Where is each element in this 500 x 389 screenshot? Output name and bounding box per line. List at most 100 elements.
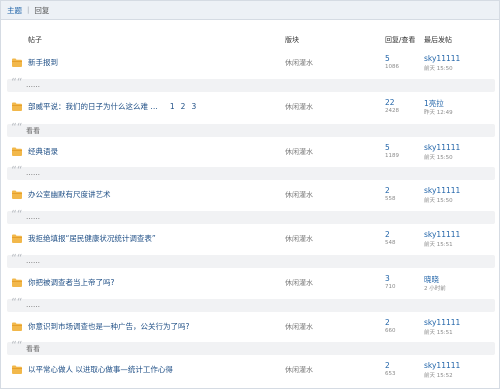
- col-stats: 回复/查看: [385, 36, 416, 44]
- last-post-time: 前天 15:50: [424, 66, 453, 72]
- board-name[interactable]: 休闲灌水: [285, 190, 313, 200]
- folder-icon: [12, 365, 22, 374]
- last-post-time: 前天 15:50: [424, 198, 453, 204]
- last-poster[interactable]: sky11111: [424, 230, 460, 239]
- last-poster[interactable]: sky11111: [424, 361, 460, 370]
- post-preview: ““ 看看: [7, 121, 495, 137]
- last-poster[interactable]: sky11111: [424, 54, 460, 63]
- table-row: 你把被调查者当上帝了吗? 休闲灌水 3 710 晓晓 2 小时前: [1, 274, 499, 296]
- reply-count[interactable]: 22: [385, 98, 395, 107]
- preview-text: ……: [26, 257, 40, 265]
- post-preview: ““……: [7, 76, 495, 92]
- view-count: 2428: [385, 108, 399, 114]
- board-name[interactable]: 休闲灌水: [285, 102, 313, 112]
- last-post-time: 前天 15:51: [424, 242, 453, 248]
- topic-link[interactable]: 经典语录: [28, 146, 58, 157]
- post-preview: ““……: [7, 208, 495, 224]
- reply-count[interactable]: 2: [385, 186, 390, 195]
- quote-icon: ““: [11, 164, 23, 177]
- table-row: 新手报到 休闲灌水 5 1086 sky11111 前天 15:50: [1, 54, 499, 76]
- preview-text: 看看: [26, 127, 40, 135]
- preview-text: ……: [26, 301, 40, 309]
- last-post-time: 前天 15:52: [424, 373, 453, 379]
- topic-title[interactable]: 你把被调查者当上帝了吗?: [28, 278, 114, 287]
- quote-icon: ““: [11, 296, 23, 309]
- topic-link[interactable]: 你意识到市场调查也是一种广告，公关行为了吗?: [28, 321, 189, 332]
- reply-count[interactable]: 5: [385, 54, 390, 63]
- post-preview: ““ 看看: [7, 339, 495, 355]
- table-row: 以平常心做人 以进取心做事—统计工作心得 休闲灌水 2 653 sky11111 前天 1…: [1, 361, 499, 383]
- page-links: 123: [164, 102, 196, 111]
- topic-title[interactable]: 以平常心做人 以进取心做事—统计工作心得: [28, 365, 173, 374]
- quote-icon: ““: [11, 252, 23, 265]
- reply-count[interactable]: 5: [385, 143, 390, 152]
- topic-title[interactable]: 新手报到: [28, 58, 58, 67]
- folder-icon: [12, 322, 22, 331]
- table-row: 办公室幽默有尺度讲艺术 休闲灌水 2 558 sky11111 前天 15:50: [1, 186, 499, 208]
- view-count: 1189: [385, 153, 399, 159]
- topic-link[interactable]: 办公室幽默有尺度讲艺术: [28, 189, 111, 200]
- last-poster[interactable]: sky11111: [424, 143, 460, 152]
- tab-bar: 主题 | 回复: [1, 1, 499, 20]
- reply-count[interactable]: 2: [385, 318, 390, 327]
- view-count: 710: [385, 284, 396, 290]
- topic-title[interactable]: 经典语录: [28, 147, 58, 156]
- table-row: 我拒绝填报“居民健康状况统计调查表” 休闲灌水 2 548 sky11111 前天 15:…: [1, 230, 499, 252]
- topic-title[interactable]: 部威平说：我们的日子为什么这么难 …: [28, 102, 158, 111]
- tab-separator: |: [27, 6, 30, 14]
- preview-text: ……: [26, 81, 40, 89]
- folder-icon: [12, 278, 22, 287]
- reply-count[interactable]: 3: [385, 274, 390, 283]
- folder-icon: [12, 147, 22, 156]
- topic-link[interactable]: 部威平说：我们的日子为什么这么难 … 1 2 3: [28, 101, 196, 112]
- reply-count[interactable]: 2: [385, 361, 390, 370]
- page-link[interactable]: 1: [170, 102, 175, 111]
- tab-topics[interactable]: 主题: [7, 5, 22, 16]
- table-row: 你意识到市场调查也是一种广告，公关行为了吗? 休闲灌水 2 660 sky11111 前天…: [1, 318, 499, 340]
- preview-text: ……: [26, 213, 40, 221]
- last-poster[interactable]: sky11111: [424, 186, 460, 195]
- quote-icon: ““: [11, 76, 23, 89]
- post-preview: ““……: [7, 252, 495, 268]
- post-preview: ““……: [7, 296, 495, 312]
- col-last-post: 最后发帖: [424, 36, 452, 44]
- view-count: 653: [385, 371, 396, 377]
- board-name[interactable]: 休闲灌水: [285, 147, 313, 157]
- board-name[interactable]: 休闲灌水: [285, 365, 313, 375]
- board-name[interactable]: 休闲灌水: [285, 58, 313, 68]
- topic-link[interactable]: 你把被调查者当上帝了吗?: [28, 277, 114, 288]
- tab-replies[interactable]: 回复: [34, 5, 49, 16]
- folder-icon: [12, 58, 22, 67]
- folder-icon: [12, 190, 22, 199]
- preview-text: ……: [26, 169, 40, 177]
- topic-title[interactable]: 办公室幽默有尺度讲艺术: [28, 190, 111, 199]
- folder-icon: [12, 102, 22, 111]
- board-name[interactable]: 休闲灌水: [285, 278, 313, 288]
- table-row: 部威平说：我们的日子为什么这么难 … 1 2 3 休闲灌水 22 2428 1亮拉 昨天 12:…: [1, 98, 499, 120]
- topic-list-panel: 主题 | 回复 帖子 版块 回复/查看 最后发帖 新手报到 休闲灌水 5 1086 sk…: [0, 0, 500, 389]
- topic-link[interactable]: 我拒绝填报“居民健康状况统计调查表”: [28, 233, 156, 244]
- view-count: 1086: [385, 64, 399, 70]
- topic-link[interactable]: 新手报到: [28, 57, 58, 68]
- post-preview: ““……: [7, 164, 495, 180]
- preview-text: 看看: [26, 345, 40, 353]
- last-post-time: 前天 15:51: [424, 330, 453, 336]
- view-count: 558: [385, 196, 396, 202]
- topic-title[interactable]: 你意识到市场调查也是一种广告，公关行为了吗?: [28, 322, 189, 331]
- reply-count[interactable]: 2: [385, 230, 390, 239]
- table-row: 经典语录 休闲灌水 5 1189 sky11111 前天 15:50: [1, 143, 499, 165]
- folder-icon: [12, 234, 22, 243]
- topic-link[interactable]: 以平常心做人 以进取心做事—统计工作心得: [28, 364, 173, 375]
- view-count: 660: [385, 328, 396, 334]
- last-poster[interactable]: sky11111: [424, 318, 460, 327]
- view-count: 548: [385, 240, 396, 246]
- topic-title[interactable]: 我拒绝填报“居民健康状况统计调查表”: [28, 234, 156, 243]
- board-name[interactable]: 休闲灌水: [285, 322, 313, 332]
- page-link[interactable]: 2: [181, 102, 186, 111]
- last-post-time: 昨天 12:49: [424, 110, 453, 116]
- col-board: 版块: [285, 36, 299, 44]
- page-link[interactable]: 3: [191, 102, 196, 111]
- board-name[interactable]: 休闲灌水: [285, 234, 313, 244]
- last-post-time: 前天 15:50: [424, 155, 453, 161]
- column-header: 帖子 版块 回复/查看 最后发帖: [1, 31, 499, 49]
